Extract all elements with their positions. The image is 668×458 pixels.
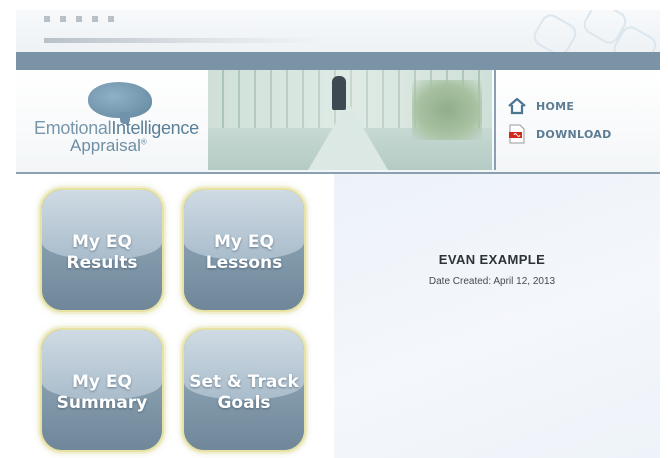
header-divider xyxy=(494,70,496,170)
tile-label: Set & Track Goals xyxy=(184,372,304,414)
my-eq-results-button[interactable]: My EQ Results xyxy=(40,188,164,312)
photo-trees xyxy=(412,80,482,140)
app-frame: EmotionalIntelligence Appraisal® HOME DO… xyxy=(16,10,660,458)
main-content: My EQ Results My EQ Lessons My EQ Summar… xyxy=(16,174,660,458)
header-photo-hallway xyxy=(208,70,492,170)
my-eq-lessons-button[interactable]: My EQ Lessons xyxy=(182,188,306,312)
photo-path xyxy=(308,102,388,170)
top-blue-bar xyxy=(16,52,660,70)
ei-appraisal-logo[interactable]: EmotionalIntelligence Appraisal® xyxy=(16,70,206,172)
tile-line2: Results xyxy=(66,253,138,273)
profile-name: EVAN EXAMPLE xyxy=(438,252,546,267)
header-nav: HOME DOWNLOAD xyxy=(506,92,612,148)
tile-label: My EQ Results xyxy=(42,232,162,274)
my-eq-summary-button[interactable]: My EQ Summary xyxy=(40,328,164,452)
tile-line1: My EQ xyxy=(72,372,132,392)
decorative-line xyxy=(44,38,324,43)
tile-line1: My EQ xyxy=(214,232,274,252)
header-band: EmotionalIntelligence Appraisal® HOME DO… xyxy=(16,70,660,174)
registered-mark: ® xyxy=(140,137,147,147)
tile-line1: Set & Track xyxy=(189,372,299,392)
home-icon xyxy=(506,95,528,117)
tile-line1: My EQ xyxy=(72,232,132,252)
nav-download-link[interactable]: DOWNLOAD xyxy=(506,120,612,148)
logo-word-intelligence: Intelligence xyxy=(111,118,199,138)
nav-download-label: DOWNLOAD xyxy=(536,127,612,141)
nav-home-label: HOME xyxy=(536,99,575,113)
logo-subtitle: Appraisal® xyxy=(70,136,147,156)
tile-line2: Goals xyxy=(217,393,271,413)
tile-line2: Summary xyxy=(56,393,148,413)
profile-panel: EVAN EXAMPLE Date Created: April 12, 201… xyxy=(334,174,660,458)
top-decorative-strip xyxy=(16,10,660,72)
pdf-icon xyxy=(506,123,528,145)
logo-word-emotional: Emotional xyxy=(34,118,112,138)
photo-walking-person xyxy=(332,76,346,110)
logo-word-appraisal: Appraisal xyxy=(70,136,141,155)
set-track-goals-button[interactable]: Set & Track Goals xyxy=(182,328,306,452)
tile-line2: Lessons xyxy=(205,253,283,273)
nav-home-link[interactable]: HOME xyxy=(506,92,612,120)
tile-label: My EQ Summary xyxy=(42,372,162,414)
decorative-dots xyxy=(44,16,114,22)
profile-date-created: Date Created: April 12, 2013 xyxy=(428,276,556,287)
tile-label: My EQ Lessons xyxy=(184,232,304,274)
